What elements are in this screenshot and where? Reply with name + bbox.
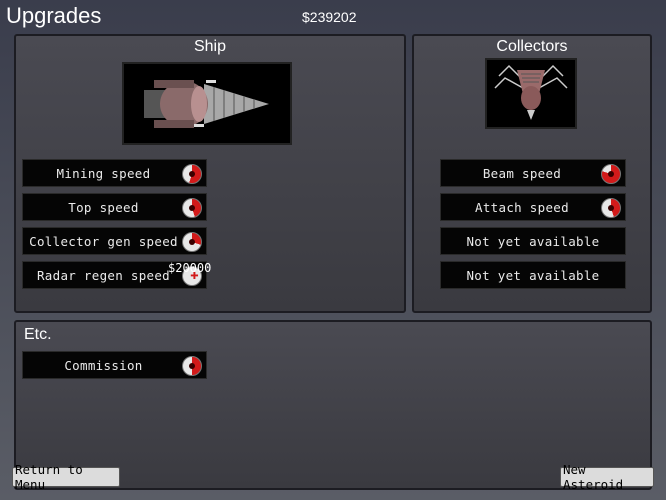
ship-panel-title: Ship (193, 38, 227, 55)
level-gauge-icon (182, 164, 202, 184)
ship-preview (122, 62, 292, 145)
level-gauge-icon (601, 198, 621, 218)
hover-cost-label: $20000 (168, 261, 212, 275)
upgrade-slot-unavailable-2: Not yet available (440, 261, 626, 289)
collector-preview (485, 58, 577, 129)
upgrade-attach-speed[interactable]: Attach speed (440, 193, 626, 221)
upgrade-slot-unavailable-1: Not yet available (440, 227, 626, 255)
money-display: $239202 (302, 9, 357, 25)
etc-panel-title: Etc. (24, 326, 52, 343)
new-asteroid-button[interactable]: New Asteroid (560, 462, 654, 492)
page-title: Upgrades (6, 3, 102, 28)
level-gauge-icon (182, 198, 202, 218)
collectors-panel: Collectors Beam speed Attach speed Not y… (412, 34, 652, 313)
upgrade-collector-gen-speed[interactable]: Collector gen speed (22, 227, 207, 255)
upgrade-mining-speed[interactable]: Mining speed (22, 159, 207, 187)
level-gauge-icon (182, 232, 202, 252)
upgrade-top-speed[interactable]: Top speed (22, 193, 207, 221)
return-to-menu-button[interactable]: Return to Menu (12, 462, 120, 492)
collector-sprite-icon (494, 64, 568, 120)
upgrade-beam-speed[interactable]: Beam speed (440, 159, 626, 187)
upgrade-commission[interactable]: Commission (22, 351, 207, 379)
level-gauge-icon (601, 164, 621, 184)
collectors-panel-title: Collectors (496, 38, 568, 55)
level-gauge-icon (182, 356, 202, 376)
ship-panel: Ship Mining speed Top speed Collector ge… (14, 34, 406, 313)
ship-sprite-icon (144, 80, 269, 128)
